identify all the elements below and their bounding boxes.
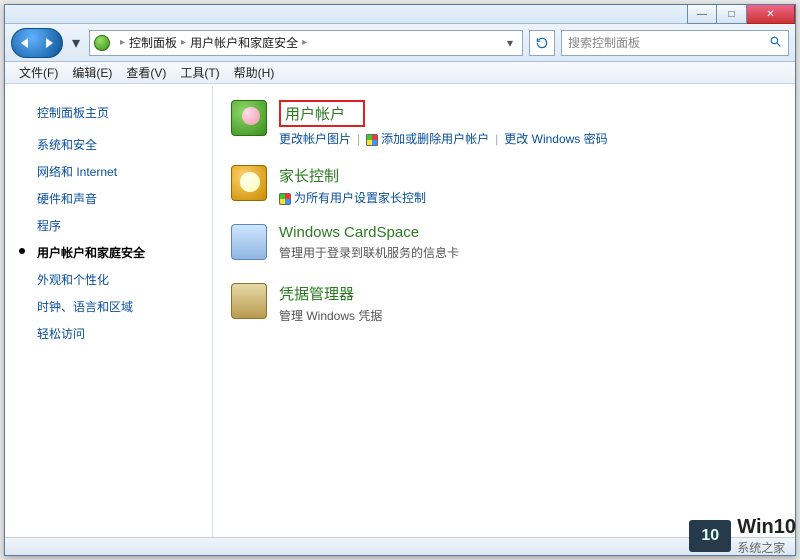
task-link[interactable]: 更改帐户图片 (279, 130, 351, 147)
sidebar-item-2[interactable]: 硬件和声音 (37, 185, 212, 212)
breadcrumb-dropdown[interactable]: ▾ (502, 36, 518, 50)
refresh-button[interactable] (529, 30, 555, 56)
search-placeholder: 搜索控制面板 (568, 34, 640, 51)
watermark-line1: Win10 (737, 516, 796, 538)
sidebar: 控制面板主页 系统和安全网络和 Internet硬件和声音程序用户帐户和家庭安全… (5, 86, 213, 537)
category-body: 家长控制为所有用户设置家长控制 (279, 165, 777, 206)
menu-view[interactable]: 查看(V) (120, 62, 172, 83)
close-button[interactable]: ✕ (747, 5, 795, 24)
sidebar-item-7[interactable]: 轻松访问 (37, 320, 212, 347)
breadcrumb-item[interactable]: 控制面板 (129, 34, 177, 51)
window-frame: — □ ✕ ▾ ▸ 控制面板 ▸ 用户帐户和家庭安全 ▸ ▾ 搜索控制面板 (4, 4, 796, 556)
task-link[interactable]: 为所有用户设置家长控制 (279, 189, 426, 206)
parental-icon (231, 165, 267, 201)
task-link[interactable]: 添加或删除用户帐户 (366, 130, 489, 147)
breadcrumb-item[interactable]: 用户帐户和家庭安全 (190, 34, 298, 51)
content-pane: 用户帐户更改帐户图片 | 添加或删除用户帐户 | 更改 Windows 密码家长控制为所… (213, 86, 795, 537)
user_accounts-icon (231, 100, 267, 136)
link-separator: | (357, 132, 360, 146)
category-title-link[interactable]: 凭据管理器 (279, 283, 777, 304)
category-title-link[interactable]: 用户帐户 (279, 100, 365, 127)
category-body: 凭据管理器管理 Windows 凭据 (279, 283, 777, 328)
category-subtitle: 管理 Windows 凭据 (279, 307, 777, 324)
search-input[interactable]: 搜索控制面板 (561, 30, 789, 56)
address-bar: ▾ ▸ 控制面板 ▸ 用户帐户和家庭安全 ▸ ▾ 搜索控制面板 (5, 24, 795, 62)
titlebar: — □ ✕ (5, 5, 795, 24)
category-cred: 凭据管理器管理 Windows 凭据 (231, 283, 777, 328)
cred-icon (231, 283, 267, 319)
sidebar-item-0[interactable]: 系统和安全 (37, 131, 212, 158)
sidebar-item-3[interactable]: 程序 (37, 212, 212, 239)
search-icon (769, 35, 782, 51)
refresh-icon (535, 36, 549, 50)
sidebar-item-1[interactable]: 网络和 Internet (37, 158, 212, 185)
menu-help[interactable]: 帮助(H) (228, 62, 281, 83)
window-controls: — □ ✕ (687, 5, 795, 24)
cardspace-icon (231, 224, 267, 260)
sidebar-item-4[interactable]: 用户帐户和家庭安全 (37, 239, 212, 266)
watermark-line2: 系统之家 (737, 539, 796, 556)
shield-icon (366, 134, 378, 146)
shield-icon (279, 193, 291, 205)
category-user_accounts: 用户帐户更改帐户图片 | 添加或删除用户帐户 | 更改 Windows 密码 (231, 100, 777, 147)
status-bar (5, 537, 795, 555)
body: 控制面板主页 系统和安全网络和 Internet硬件和声音程序用户帐户和家庭安全… (5, 86, 795, 537)
menu-bar: 文件(F) 编辑(E) 查看(V) 工具(T) 帮助(H) (5, 62, 795, 84)
link-separator: | (495, 132, 498, 146)
menu-file[interactable]: 文件(F) (13, 62, 64, 83)
category-subtitle: 管理用于登录到联机服务的信息卡 (279, 244, 777, 261)
nav-back-forward[interactable] (11, 28, 63, 58)
back-icon (21, 38, 28, 48)
category-cardspace: Windows CardSpace 管理用于登录到联机服务的信息卡 (231, 224, 777, 265)
menu-tools[interactable]: 工具(T) (174, 62, 225, 83)
menu-edit[interactable]: 编辑(E) (66, 62, 118, 83)
watermark: 10 Win10 系统之家 (689, 516, 796, 556)
category-links: 为所有用户设置家长控制 (279, 189, 777, 206)
category-links: 更改帐户图片 | 添加或删除用户帐户 | 更改 Windows 密码 (279, 130, 777, 147)
chevron-right-icon: ▸ (120, 37, 125, 48)
category-body: Windows CardSpace 管理用于登录到联机服务的信息卡 (279, 224, 777, 265)
sidebar-list: 系统和安全网络和 Internet硬件和声音程序用户帐户和家庭安全外观和个性化时… (5, 131, 212, 347)
chevron-right-icon: ▸ (181, 37, 186, 48)
nav-history-dropdown[interactable]: ▾ (69, 29, 83, 57)
category-title-link[interactable]: 家长控制 (279, 165, 777, 186)
category-title-link[interactable]: Windows CardSpace (279, 224, 777, 241)
sidebar-item-5[interactable]: 外观和个性化 (37, 266, 212, 293)
sidebar-item-6[interactable]: 时钟、语言和区域 (37, 293, 212, 320)
sidebar-home-link[interactable]: 控制面板主页 (5, 104, 212, 131)
watermark-badge: 10 (689, 520, 731, 552)
maximize-button[interactable]: □ (717, 5, 747, 24)
chevron-right-icon: ▸ (302, 37, 307, 48)
forward-icon (46, 38, 53, 48)
task-link[interactable]: 更改 Windows 密码 (504, 130, 607, 147)
control-panel-icon (94, 35, 110, 51)
category-parental: 家长控制为所有用户设置家长控制 (231, 165, 777, 206)
breadcrumb[interactable]: ▸ 控制面板 ▸ 用户帐户和家庭安全 ▸ ▾ (89, 30, 523, 56)
category-body: 用户帐户更改帐户图片 | 添加或删除用户帐户 | 更改 Windows 密码 (279, 100, 777, 147)
minimize-button[interactable]: — (687, 5, 717, 24)
